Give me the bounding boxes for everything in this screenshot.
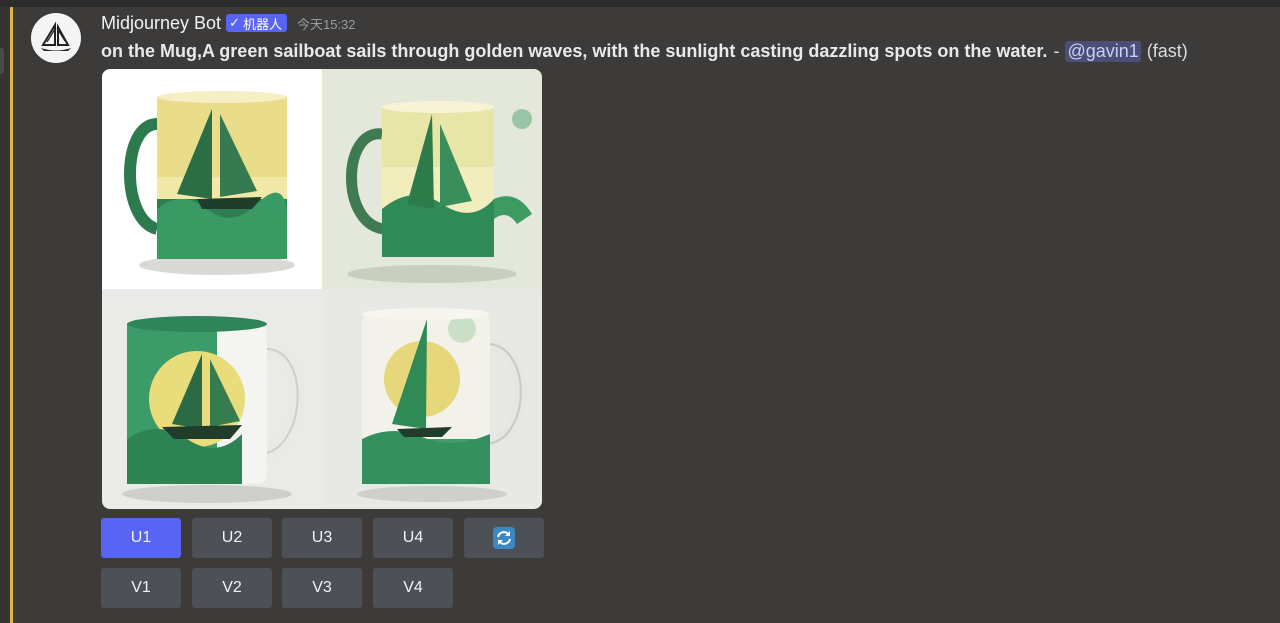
- grid-image-3[interactable]: [102, 289, 322, 509]
- grid-image-4[interactable]: [322, 289, 542, 509]
- mention-highlight-bar: [10, 7, 13, 623]
- upscale-2-button[interactable]: U2: [192, 518, 272, 558]
- bot-avatar[interactable]: [31, 13, 81, 63]
- upscale-1-button[interactable]: U1: [101, 518, 181, 558]
- reroll-button[interactable]: [464, 518, 544, 558]
- separator-text: -: [1053, 40, 1060, 61]
- gutter-indicator: [0, 48, 4, 74]
- grid-image-1[interactable]: [102, 69, 322, 289]
- variation-4-button[interactable]: V4: [373, 568, 453, 608]
- prompt-text: on the Mug,A green sailboat sails throug…: [101, 40, 1048, 61]
- sailboat-icon: [41, 21, 71, 51]
- grid-image-2[interactable]: [322, 69, 542, 289]
- mug-sailboat-2-icon: [322, 69, 542, 289]
- mug-sailboat-4-icon: [322, 289, 542, 509]
- mug-sailboat-3-icon: [102, 289, 322, 509]
- bot-badge-label: 机器人: [242, 17, 282, 33]
- author-name[interactable]: Midjourney Bot: [101, 13, 221, 34]
- channel-gutter: [0, 7, 10, 623]
- refresh-icon: [493, 527, 515, 549]
- speed-label: (fast): [1146, 40, 1188, 61]
- message-timestamp[interactable]: 今天15:32: [297, 14, 356, 33]
- mug-sailboat-1-icon: [102, 69, 322, 289]
- window-top-strip: [0, 0, 1280, 7]
- variation-2-button[interactable]: V2: [192, 568, 272, 608]
- variation-3-button[interactable]: V3: [282, 568, 362, 608]
- verified-check-icon: ✓: [229, 15, 240, 31]
- message-header: Midjourney Bot ✓ 机器人 今天15:32: [101, 11, 356, 35]
- bot-badge: ✓ 机器人: [226, 14, 287, 33]
- user-mention[interactable]: @gavin1: [1065, 40, 1141, 62]
- upscale-3-button[interactable]: U3: [282, 518, 362, 558]
- upscale-4-button[interactable]: U4: [373, 518, 453, 558]
- image-grid[interactable]: [102, 69, 542, 509]
- variation-1-button[interactable]: V1: [101, 568, 181, 608]
- message-content: on the Mug,A green sailboat sails throug…: [101, 39, 1188, 63]
